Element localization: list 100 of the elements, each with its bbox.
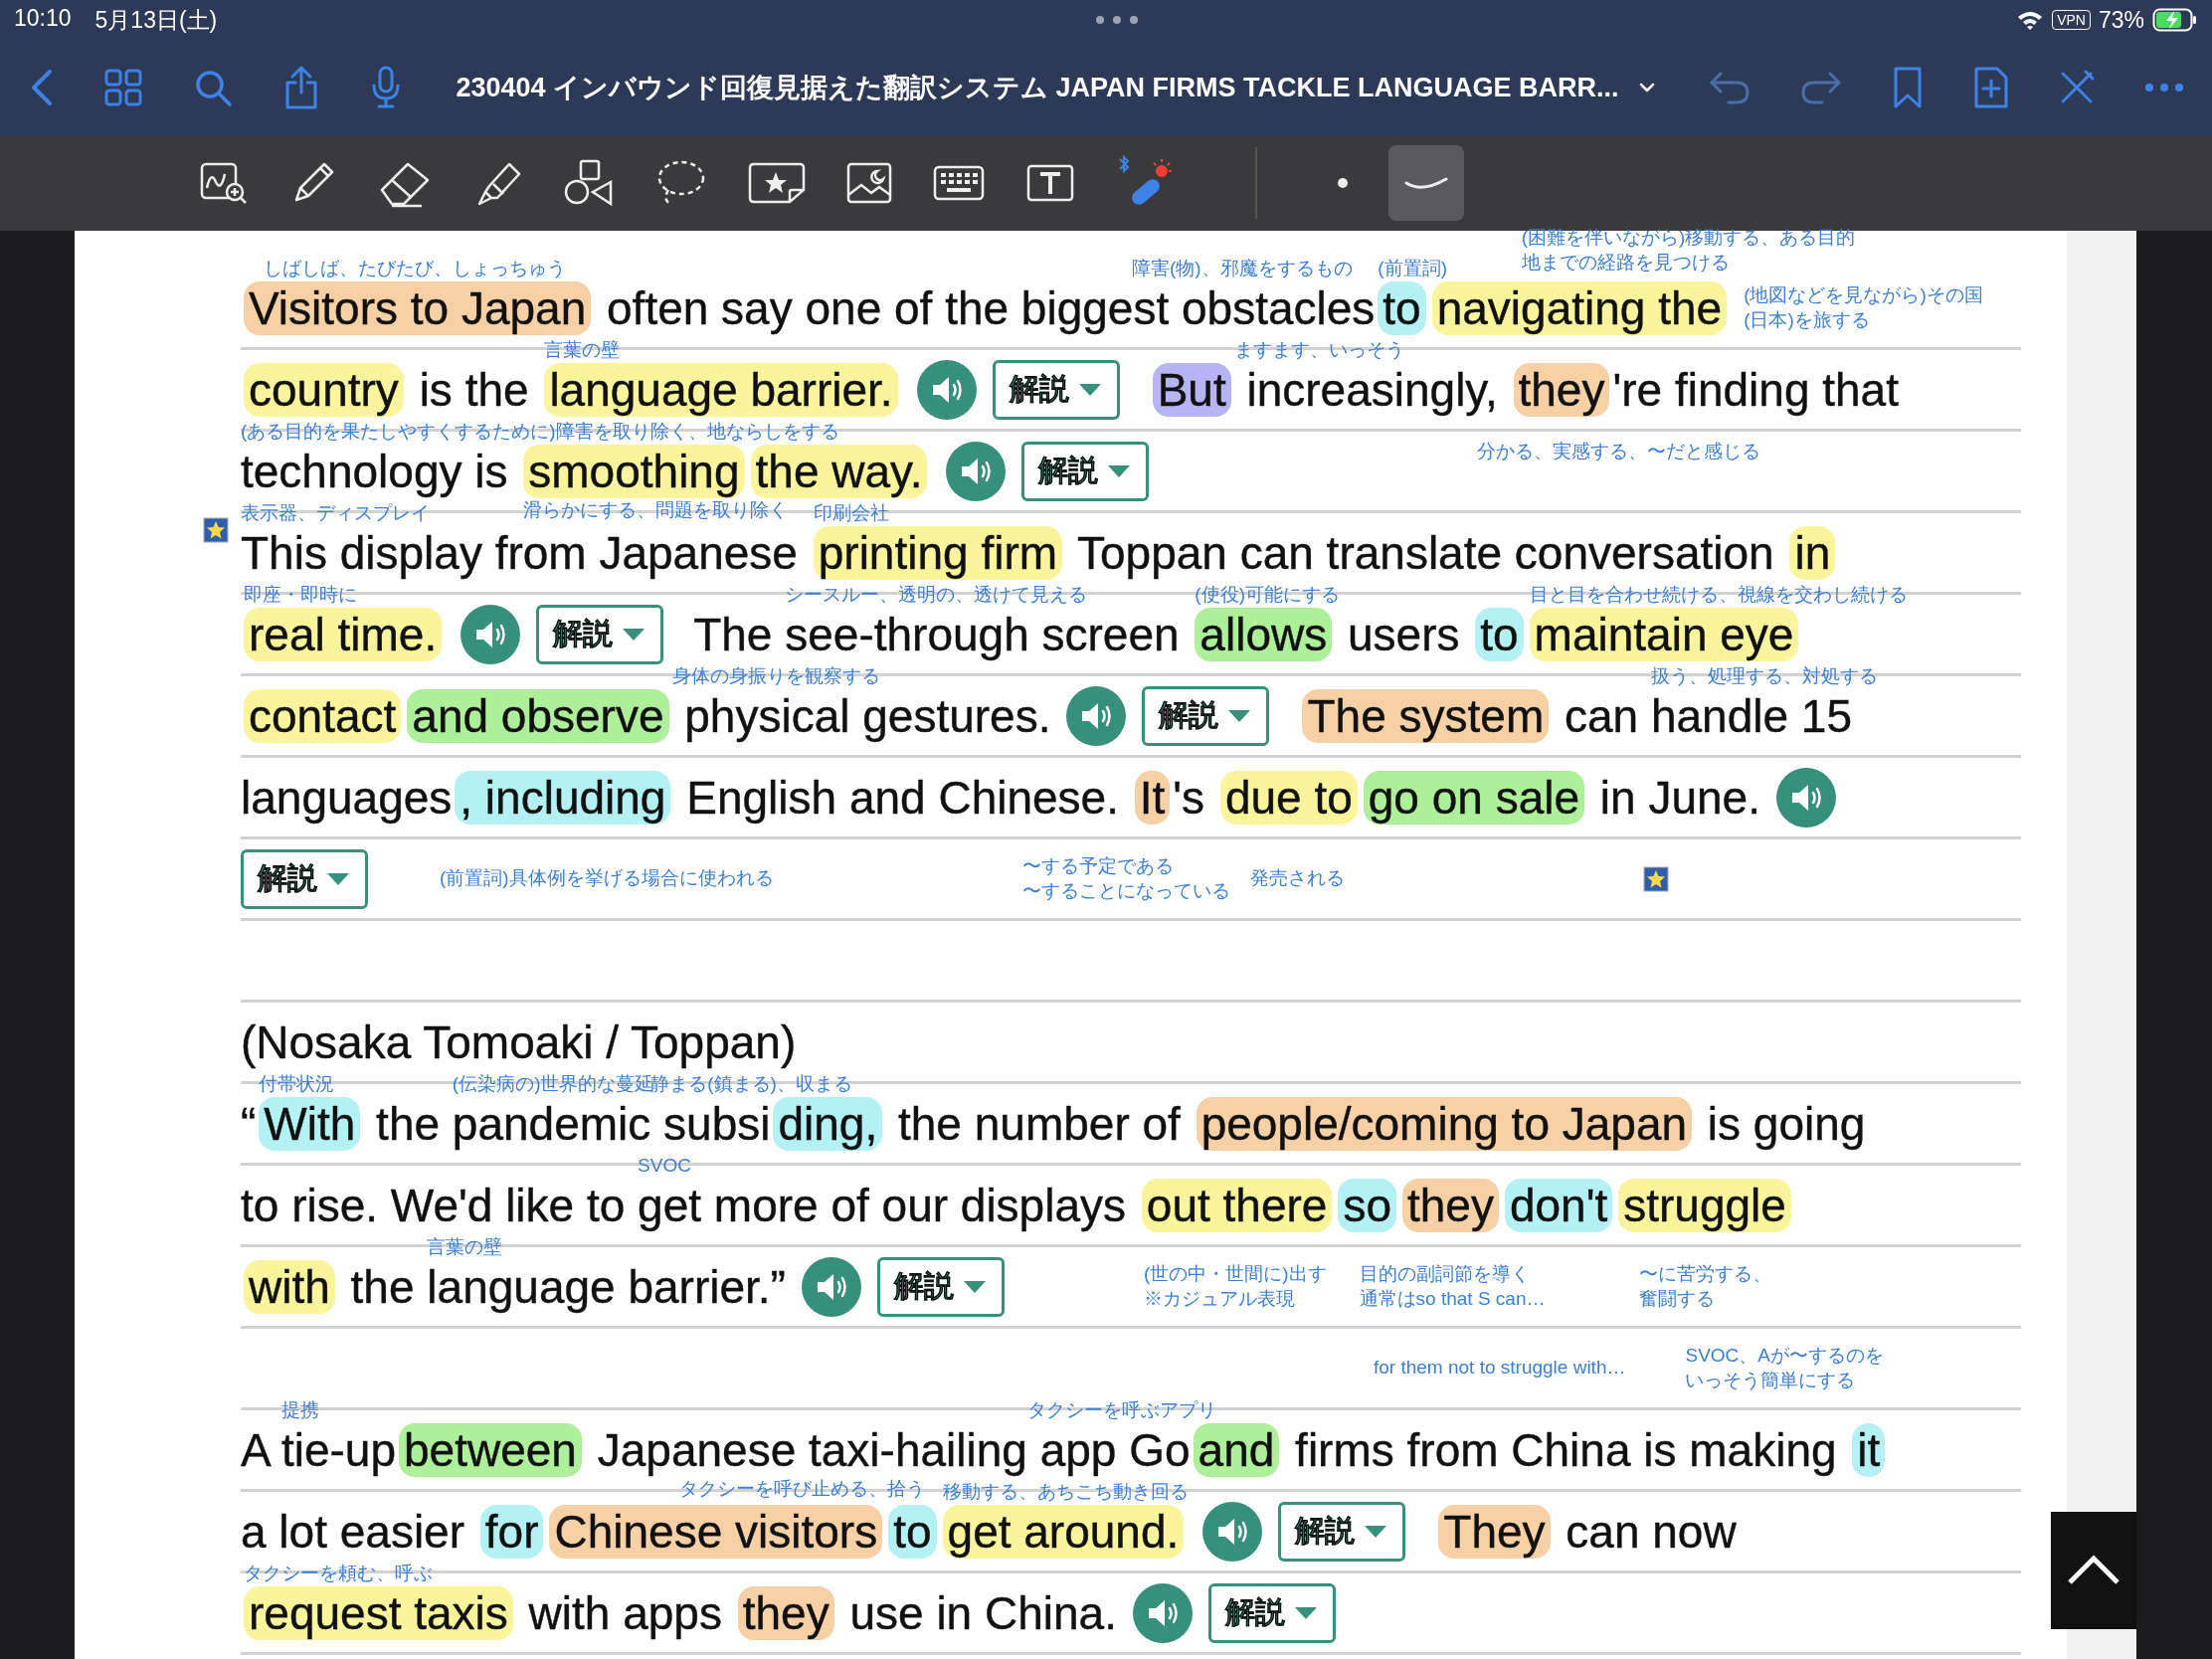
dot-icon <box>1337 177 1349 189</box>
highlighted-phrase: don't <box>1504 1178 1613 1232</box>
back-icon[interactable] <box>30 69 54 106</box>
undo-icon[interactable] <box>1709 70 1751 105</box>
battery-percent: 73% <box>2098 6 2144 34</box>
scroll-to-top-button[interactable] <box>2051 1512 2136 1629</box>
add-page-icon[interactable] <box>1973 66 2009 109</box>
annotation-note: ますます、いっそう <box>1233 337 1404 362</box>
highlighted-phrase: It <box>1134 770 1171 825</box>
body-text: increasingly, <box>1245 362 1499 417</box>
body-text: can <box>1563 688 1640 743</box>
chevron-up-icon <box>2066 1555 2121 1586</box>
explanation-dropdown[interactable]: 解説 <box>241 848 368 909</box>
body-text: pandemic <box>452 1096 651 1151</box>
annotation-note: 奮闘する <box>1639 1286 1716 1311</box>
annotation-note: (困難を伴いながら)移動する、ある目的 <box>1521 226 1856 251</box>
body-text: to rise. We'd like to <box>241 1178 627 1232</box>
highlighted-phrase: real time. <box>244 607 443 661</box>
body-text: handle 15 <box>1650 688 1853 743</box>
annotation-note: 目的の副詞節を導く <box>1359 1261 1530 1286</box>
annotation-note: 言葉の壁 <box>544 337 621 362</box>
highlighted-phrase: so <box>1338 1178 1396 1232</box>
highlighted-phrase: the way. <box>750 444 928 498</box>
highlighted-phrase: , including <box>455 770 671 825</box>
highlighted-phrase: country <box>244 362 404 417</box>
body-text: with apps <box>527 1585 723 1640</box>
highlighted-phrase: navigating the <box>1431 280 1728 335</box>
annotation-note: 通常はso that S can… <box>1359 1286 1546 1311</box>
explanation-dropdown[interactable]: 解説 <box>876 1256 1005 1317</box>
body-text: obstacles <box>1182 280 1376 335</box>
body-text: physical gestures. <box>683 688 1051 743</box>
body-text: use in China. <box>848 1585 1117 1640</box>
highlighted-phrase: smoothing <box>523 444 745 498</box>
body-text: Toppan can translate conversation <box>1075 525 1775 580</box>
body-text: subsi <box>662 1096 771 1151</box>
annotation-note: いっそう簡単にする <box>1685 1368 1856 1392</box>
status-date: 5月13日(土) <box>94 5 218 35</box>
body-text: is the <box>418 362 530 417</box>
microphone-icon[interactable] <box>370 66 402 109</box>
explanation-dropdown[interactable]: 解説 <box>536 604 664 664</box>
highlighted-phrase: go on sale <box>1363 770 1585 825</box>
body-text: English and Chinese. <box>685 770 1120 825</box>
more-icon[interactable] <box>2144 83 2184 92</box>
body-text: The <box>693 607 774 661</box>
stroke-tool[interactable] <box>1388 145 1464 221</box>
shapes-tool[interactable] <box>563 158 615 208</box>
highlighted-phrase: request taxis <box>244 1585 513 1640</box>
caret-down-icon <box>1292 1604 1319 1621</box>
highlighted-phrase: in <box>1789 525 1836 580</box>
speaker-icon <box>1079 700 1114 731</box>
explanation-dropdown[interactable]: 解説 <box>1142 685 1270 746</box>
highlighted-phrase: Visitors to Japan <box>244 280 592 335</box>
body-text: 's <box>1173 770 1206 825</box>
battery-charging-icon <box>2152 8 2198 32</box>
dot-tool[interactable] <box>1337 177 1349 189</box>
highlighted-phrase: out there <box>1141 1178 1333 1232</box>
annotation-note: 身体の身振りを観察する <box>671 663 880 688</box>
body-text: can now <box>1565 1504 1737 1559</box>
highlighted-phrase: it <box>1852 1422 1886 1477</box>
image-tool[interactable] <box>845 161 893 205</box>
highlighted-phrase: to <box>1475 607 1524 661</box>
annotation-note: 地までの経路を見つける <box>1521 250 1730 275</box>
body-text: display <box>339 525 482 580</box>
highlighted-phrase: with <box>244 1259 335 1314</box>
annotation-note: for them not to struggle with… <box>1374 1356 1626 1381</box>
annotation-note: 分かる、実感する、〜だと感じる <box>1477 440 1761 463</box>
annotation-note: (世の中・世間に)出す <box>1143 1261 1327 1286</box>
sticker-tool[interactable] <box>746 160 806 206</box>
search-icon[interactable] <box>193 68 233 107</box>
highlighted-phrase: to <box>888 1504 937 1559</box>
explanation-dropdown[interactable]: 解説 <box>1278 1501 1406 1562</box>
pen-off-icon[interactable] <box>2059 70 2095 105</box>
keyboard-tool[interactable] <box>933 165 985 201</box>
explanation-dropdown[interactable]: 解説 <box>1021 441 1150 501</box>
annotation-note: (ある目的を果たしやすくするために)障害を取り除く、地ならしをする <box>241 419 839 444</box>
annotation-note: (日本)を旅する <box>1744 307 1870 332</box>
bookmark-icon[interactable] <box>1892 66 1924 109</box>
annotation-note: タクシーを呼ぶアプリ <box>1026 1397 1216 1422</box>
explanation-dropdown[interactable]: 解説 <box>992 359 1120 420</box>
body-text: the <box>375 1096 442 1151</box>
annotation-note: 即座・即時に <box>244 582 357 607</box>
highlighted-phrase: between <box>399 1422 582 1477</box>
body-text: Japanese <box>596 1422 798 1477</box>
annotation-note: 障害(物)、邪魔をするもの <box>1132 256 1353 280</box>
highlighted-phrase: contact <box>244 688 402 743</box>
multitasking-dots-icon[interactable] <box>1094 15 1139 25</box>
redo-icon[interactable] <box>1800 70 1842 105</box>
image-search-tool[interactable] <box>199 160 249 206</box>
body-text: from Japanese <box>493 525 799 580</box>
grid-icon[interactable] <box>103 68 143 107</box>
annotation-note: (使役)可能にする <box>1195 582 1340 607</box>
document-title[interactable]: 230404 インバウンド回復見据えた翻訳システム JAPAN FIRMS TACKLE LANGUAGE BARR... <box>456 70 1619 105</box>
body-text: the <box>349 1259 416 1314</box>
chevron-down-icon[interactable] <box>1638 82 1655 93</box>
caret-down-icon <box>1076 381 1103 398</box>
explanation-dropdown[interactable]: 解説 <box>1207 1582 1336 1643</box>
highlighted-phrase: get around. <box>942 1504 1185 1559</box>
annotation-note: 提携 <box>280 1397 319 1422</box>
body-text: the number of <box>897 1096 1182 1151</box>
vpn-badge: VPN <box>2052 10 2091 30</box>
